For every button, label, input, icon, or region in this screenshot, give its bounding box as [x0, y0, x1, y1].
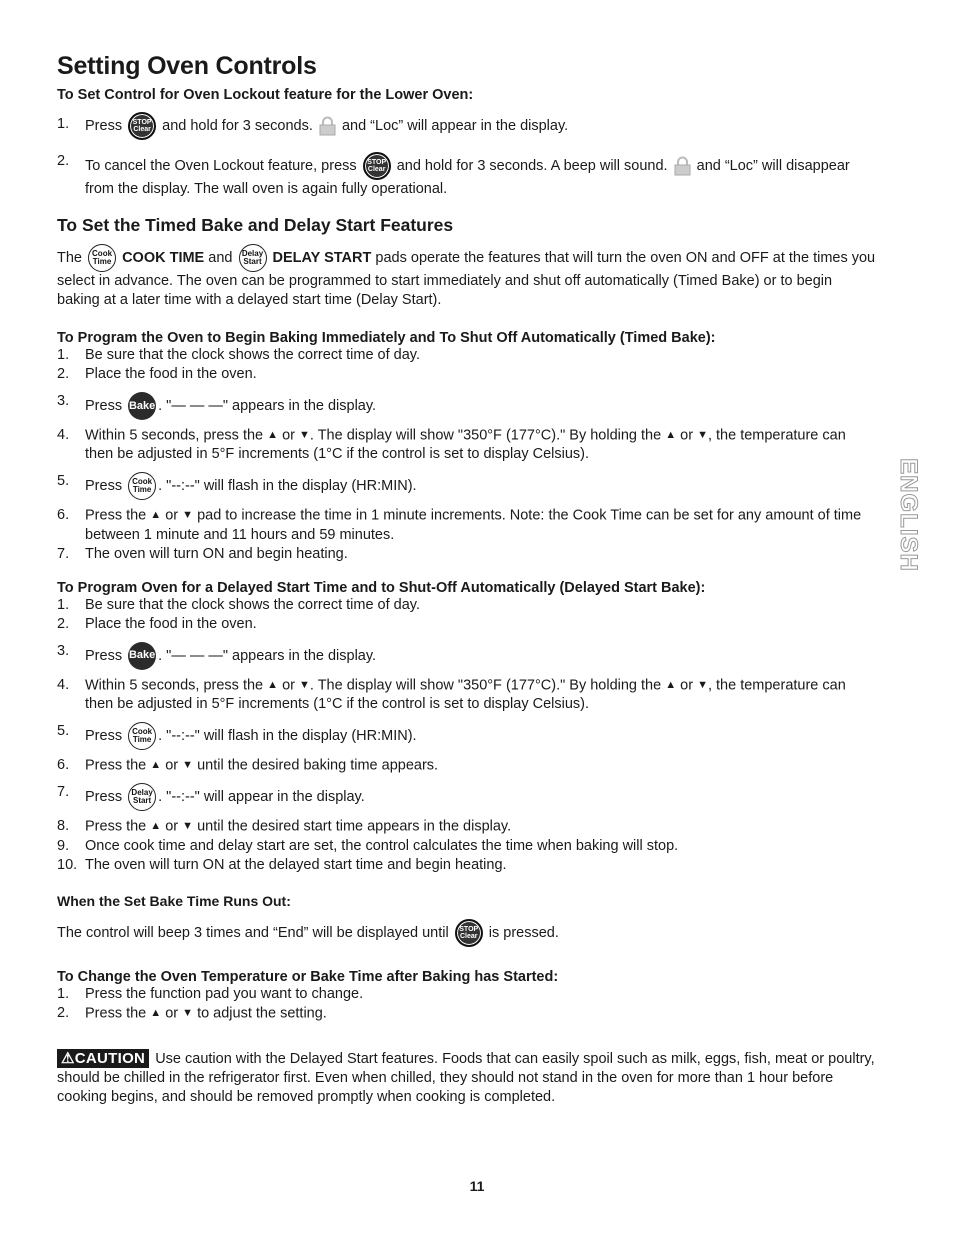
timed-bake-steps: 1. Be sure that the clock shows the corre…: [57, 346, 877, 564]
lockout-steps: 1. Press STOP Clear and hold for 3 second…: [57, 112, 877, 199]
list-item: 2. To cancel the Oven Lockout feature, p…: [57, 152, 850, 197]
list-item: 1. Be sure that the clock shows the corre…: [57, 596, 420, 613]
cook-time-pad-icon: Cook Time: [128, 472, 157, 501]
stop-clear-pad-icon: STOP Clear: [454, 918, 483, 947]
list-item: 2. Place the food in the oven.: [57, 615, 257, 632]
delayed-start-heading: To Program Oven for a Delayed Start Time…: [57, 579, 706, 596]
runs-out-text: The control will beep 3 times and “End” …: [57, 918, 877, 947]
change-steps: 1. Press the function pad you want to cha…: [57, 985, 877, 1023]
language-side-tab: ENGLISH: [895, 458, 923, 573]
down-arrow-icon: ▼: [182, 1006, 194, 1019]
list-item: 7. Press Delay Start. "--:--" will appear …: [57, 783, 877, 812]
down-arrow-icon: ▼: [299, 678, 310, 691]
down-arrow-icon: ▼: [697, 678, 708, 691]
list-item: 4. Within 5 seconds, press the ▲ or ▼. Th…: [57, 427, 846, 463]
lock-icon: [674, 156, 691, 176]
down-arrow-icon: ▼: [299, 429, 310, 441]
warning-icon: ⚠: [61, 1049, 75, 1067]
up-arrow-icon: ▲: [150, 758, 162, 771]
caution-badge: ⚠CAUTION: [57, 1048, 150, 1068]
list-item: 6. Press the ▲ or ▼ until the desired bak…: [57, 756, 439, 774]
lockout-heading: To Set Control for Oven Lockout feature …: [57, 87, 474, 103]
up-arrow-icon: ▲: [150, 1006, 162, 1019]
list-item: 5. Press Cook Time. "--:--" will flash in …: [57, 721, 877, 750]
timed-intro: The Cook Time COOK TIME and Delay Start DE…: [57, 244, 877, 310]
list-item: 1. Press the function pad you want to cha…: [57, 985, 364, 1002]
up-arrow-icon: ▲: [150, 509, 162, 522]
delay-start-pad-icon: Delay Start: [238, 244, 267, 272]
page-title: Setting Oven Controls: [57, 52, 317, 80]
delayed-start-steps: 1. Be sure that the clock shows the corre…: [57, 596, 877, 875]
list-item: 7. The oven will turn ON and begin heatin…: [57, 545, 348, 562]
bake-pad-icon: Bake: [128, 392, 157, 420]
list-item: 3. Press Bake. "— — —" appears in the dis…: [57, 641, 877, 670]
up-arrow-icon: ▲: [267, 678, 279, 691]
up-arrow-icon: ▲: [665, 678, 677, 691]
list-item: 3. Press Bake. "— — —" appears in the dis…: [57, 392, 877, 420]
list-item: 9. Once cook time and delay start are set…: [57, 837, 679, 854]
runs-out-heading: When the Set Bake Time Runs Out:: [57, 892, 291, 909]
timed-features-heading: To Set the Timed Bake and Delay Start Fe…: [57, 215, 454, 235]
up-arrow-icon: ▲: [267, 429, 279, 441]
caution-notice: ⚠CAUTION Use caution with the Delayed Sta…: [57, 1048, 875, 1105]
list-item: 4. Within 5 seconds, press the ▲ or ▼. Th…: [57, 676, 846, 712]
cook-time-pad-icon: Cook Time: [128, 721, 157, 750]
cook-time-pad-icon: Cook Time: [88, 244, 117, 272]
list-item: 2. Place the food in the oven.: [57, 366, 257, 382]
list-item: 2. Press the ▲ or ▼ to adjust the setting…: [57, 1004, 327, 1021]
stop-clear-pad-icon: STOP Clear: [128, 112, 157, 140]
down-arrow-icon: ▼: [182, 820, 194, 833]
down-arrow-icon: ▼: [182, 758, 194, 771]
bake-pad-icon: Bake: [128, 641, 157, 670]
list-item: 8. Press the ▲ or ▼ until the desired sta…: [57, 818, 512, 835]
change-heading: To Change the Oven Temperature or Bake T…: [57, 968, 559, 985]
down-arrow-icon: ▼: [182, 509, 194, 522]
page-number: 11: [469, 1178, 485, 1194]
delay-start-pad-icon: Delay Start: [128, 783, 157, 812]
down-arrow-icon: ▼: [697, 429, 708, 441]
manual-page: Setting Oven Controls To Set Control for…: [57, 52, 877, 1107]
list-item: 1. Press STOP Clear and hold for 3 second…: [57, 112, 877, 140]
list-item: 1. Be sure that the clock shows the corre…: [57, 347, 420, 363]
list-item: 6. Press the ▲ or ▼ pad to increase the t…: [57, 507, 862, 543]
up-arrow-icon: ▲: [665, 429, 677, 441]
list-item: 10. The oven will turn ON at the delayed …: [57, 856, 507, 873]
lock-icon: [319, 116, 336, 136]
timed-bake-heading: To Program the Oven to Begin Baking Imme…: [57, 330, 716, 346]
up-arrow-icon: ▲: [150, 820, 162, 833]
list-item: 5. Press Cook Time. "--:--" will flash in …: [57, 472, 877, 501]
stop-clear-pad-icon: STOP Clear: [362, 152, 391, 180]
